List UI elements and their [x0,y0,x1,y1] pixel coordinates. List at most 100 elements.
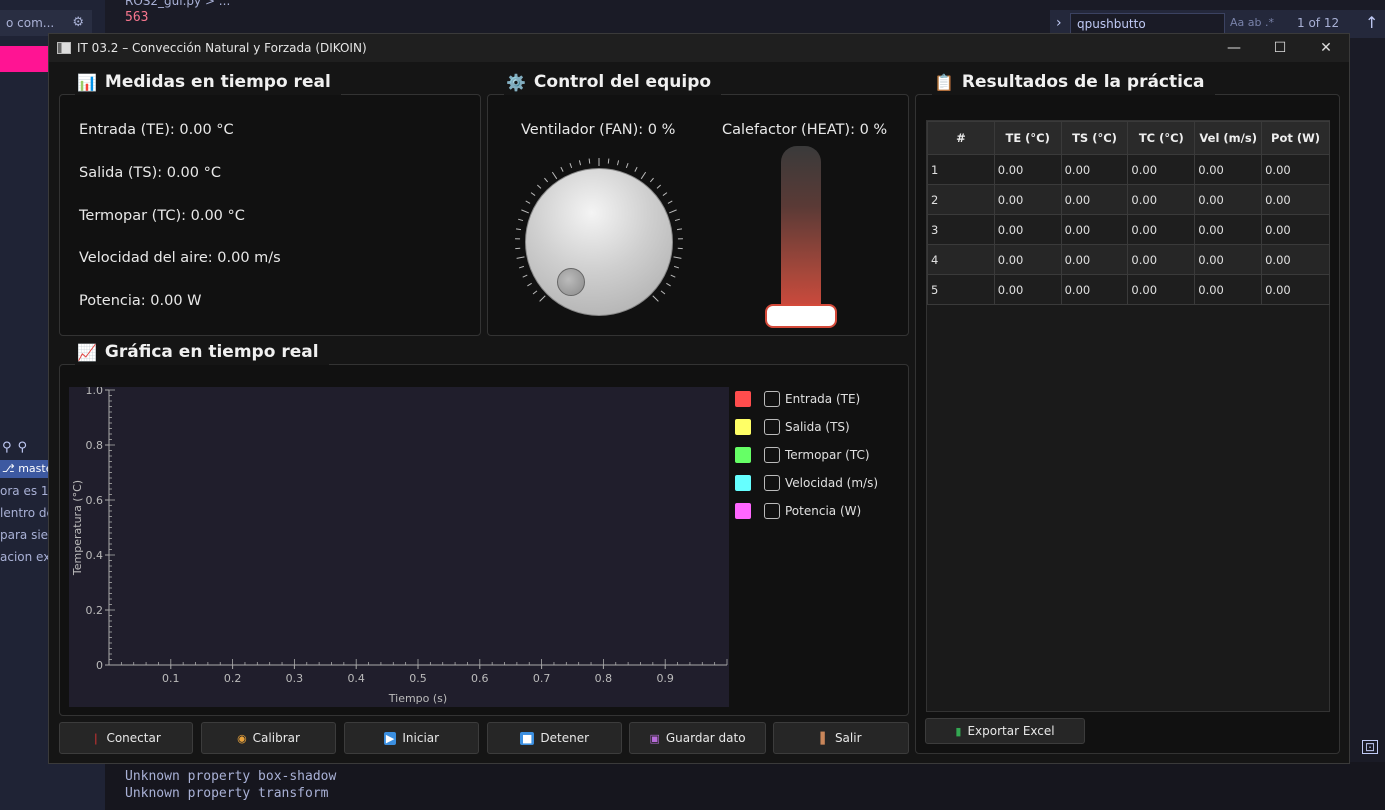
table-cell[interactable]: 0.00 [1060,154,1129,185]
start-button[interactable]: ▶ Iniciar [344,722,479,754]
terminal-icon[interactable]: ⊡ [1362,740,1378,754]
save-label: Guardar dato [665,731,746,745]
arrow-up-icon[interactable]: ↑ [1365,13,1378,32]
table-cell[interactable]: 0.00 [1194,214,1263,245]
legend-checkbox[interactable] [764,503,780,519]
calibrate-button[interactable]: ◉ Calibrar [201,722,336,754]
title-bar: IT 03.2 – Convección Natural y Forzada (… [49,34,1349,62]
x-tick-label: 0.2 [224,672,242,685]
floppy-icon: ▣ [649,731,660,745]
chevron-right-icon[interactable]: › [1056,15,1062,31]
dial-tick [515,228,522,231]
table-cell[interactable]: 0.00 [1194,244,1263,275]
table-cell[interactable]: 0.00 [1060,274,1129,305]
legend-checkbox[interactable] [764,447,780,463]
column-header[interactable]: TE (°C) [993,121,1062,155]
table-cell[interactable]: 0.00 [1261,154,1330,185]
legend-item[interactable]: Entrada (TE) [735,391,860,407]
bar-chart-icon: 📊 [77,72,97,92]
legend-checkbox[interactable] [764,475,780,491]
heat-slider-track[interactable] [781,146,821,318]
table-cell[interactable]: 0.00 [993,274,1062,305]
table-cell[interactable]: 0.00 [1127,274,1196,305]
find-options[interactable]: Aa ab .* [1230,16,1274,29]
dial-tick [516,256,525,259]
table-cell[interactable]: 0.00 [1261,274,1330,305]
settings-icon[interactable]: ⚙ [72,15,84,30]
heat-slider-handle[interactable] [765,304,837,328]
table-cell[interactable]: 0.00 [1127,244,1196,275]
table-cell[interactable]: 2 [927,184,995,215]
column-header[interactable]: Vel (m/s) [1194,121,1263,155]
table-row[interactable]: 5 0.00 0.00 0.00 0.00 0.00 [927,274,1330,305]
fan-label: Ventilador (FAN): 0 % [521,122,676,138]
table-cell[interactable]: 0.00 [1060,244,1129,275]
measure-tc: Termopar (TC): 0.00 °C [79,208,245,224]
snippet-line: lentro de [0,506,54,520]
stop-button[interactable]: ■ Detener [487,722,622,754]
realtime-plot[interactable]: 0 0.2 0.4 0.6 0.8 1.0 0.1 0.2 0.3 0.4 0.5 0.6 0.7 0.8… [69,384,729,707]
dial-tick [662,192,668,196]
save-button[interactable]: ▣ Guardar dato [629,722,766,754]
dial-tick [666,282,671,287]
dial-tick [676,228,683,231]
table-cell[interactable]: 0.00 [1127,154,1196,185]
table-cell[interactable]: 0.00 [993,214,1062,245]
table-cell[interactable]: 0.00 [1194,154,1263,185]
terminal-line: Unknown property box-shadow [125,769,337,784]
dial-tick [536,184,542,189]
table-cell[interactable]: 5 [927,274,995,305]
legend-swatch [735,447,751,463]
table-cell[interactable]: 0.00 [1060,214,1129,245]
column-header[interactable]: # [927,121,995,155]
x-tick-label: 0.4 [347,672,365,685]
dial-indicator [557,268,585,296]
table-row[interactable]: 3 0.00 0.00 0.00 0.00 0.00 [927,214,1330,245]
table-cell[interactable]: 0.00 [993,154,1062,185]
legend-swatch [735,419,751,435]
table-cell[interactable]: 0.00 [1127,184,1196,215]
connect-label: Conectar [106,731,161,745]
dial-tick [674,218,680,222]
exit-button[interactable]: ▌ Salir [773,722,909,754]
code-line: 563 [125,10,149,25]
legend-swatch [735,503,751,519]
column-header[interactable]: TC (°C) [1127,121,1196,155]
legend-item[interactable]: Potencia (W) [735,503,861,519]
maximize-button[interactable]: ☐ [1257,34,1303,62]
legend-checkbox[interactable] [764,391,780,407]
table-cell[interactable]: 4 [927,244,995,275]
line-chart-icon: 📈 [77,342,97,362]
connect-button[interactable]: ❘ Conectar [59,722,193,754]
close-button[interactable]: ✕ [1303,34,1349,62]
minimize-button[interactable]: — [1211,34,1257,62]
column-header[interactable]: TS (°C) [1060,121,1129,155]
table-row[interactable]: 4 0.00 0.00 0.00 0.00 0.00 [927,244,1330,275]
table-cell[interactable]: 0.00 [1261,214,1330,245]
fan-dial[interactable] [507,150,691,334]
table-cell[interactable]: 1 [927,154,995,185]
table-cell[interactable]: 3 [927,214,995,245]
legend-item[interactable]: Salida (TS) [735,419,850,435]
find-input[interactable]: qpushbutto [1070,13,1225,35]
table-cell[interactable]: 0.00 [1127,214,1196,245]
legend-item[interactable]: Velocidad (m/s) [735,475,878,491]
start-label: Iniciar [402,731,440,745]
table-cell[interactable]: 0.00 [1261,244,1330,275]
legend-label: Velocidad (m/s) [785,476,879,490]
table-cell[interactable]: 0.00 [1194,274,1263,305]
table-cell[interactable]: 0.00 [1261,184,1330,215]
dial-tick [518,265,525,269]
table-cell[interactable]: 0.00 [993,184,1062,215]
export-excel-button[interactable]: ▮ Exportar Excel [925,718,1085,744]
legend-item[interactable]: Termopar (TC) [735,447,870,463]
table-cell[interactable]: 0.00 [1060,184,1129,215]
dial-knob[interactable] [525,168,673,316]
table-cell[interactable]: 0.00 [1194,184,1263,215]
table-cell[interactable]: 0.00 [993,244,1062,275]
table-row[interactable]: 2 0.00 0.00 0.00 0.00 0.00 [927,184,1330,215]
legend-checkbox[interactable] [764,419,780,435]
results-table[interactable]: # TE (°C) TS (°C) TC (°C) Vel (m/s) Pot (W) 1… [926,120,1330,712]
table-row[interactable]: 1 0.00 0.00 0.00 0.00 0.00 [927,154,1330,185]
column-header[interactable]: Pot (W) [1261,121,1330,155]
